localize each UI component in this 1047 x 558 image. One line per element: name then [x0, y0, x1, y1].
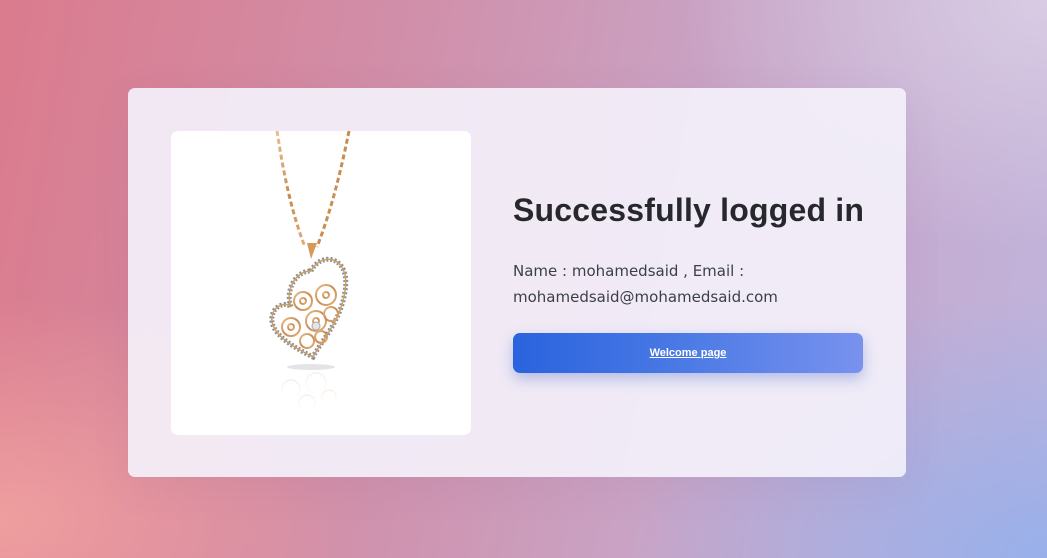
page-title: Successfully logged in	[513, 192, 865, 228]
user-name-label: Name : mohamedsaid , Email :	[513, 262, 745, 280]
user-email: mohamedsaid@mohamedsaid.com	[513, 288, 778, 306]
login-success-card: Successfully logged in Name : mohamedsai…	[128, 88, 906, 477]
product-image	[171, 131, 471, 435]
necklace-pendant-image	[269, 131, 351, 412]
user-details: Name : mohamedsaid , Email : mohamedsaid…	[513, 258, 813, 310]
login-info: Successfully logged in Name : mohamedsai…	[513, 192, 873, 373]
welcome-page-button[interactable]: Welcome page	[513, 333, 863, 373]
